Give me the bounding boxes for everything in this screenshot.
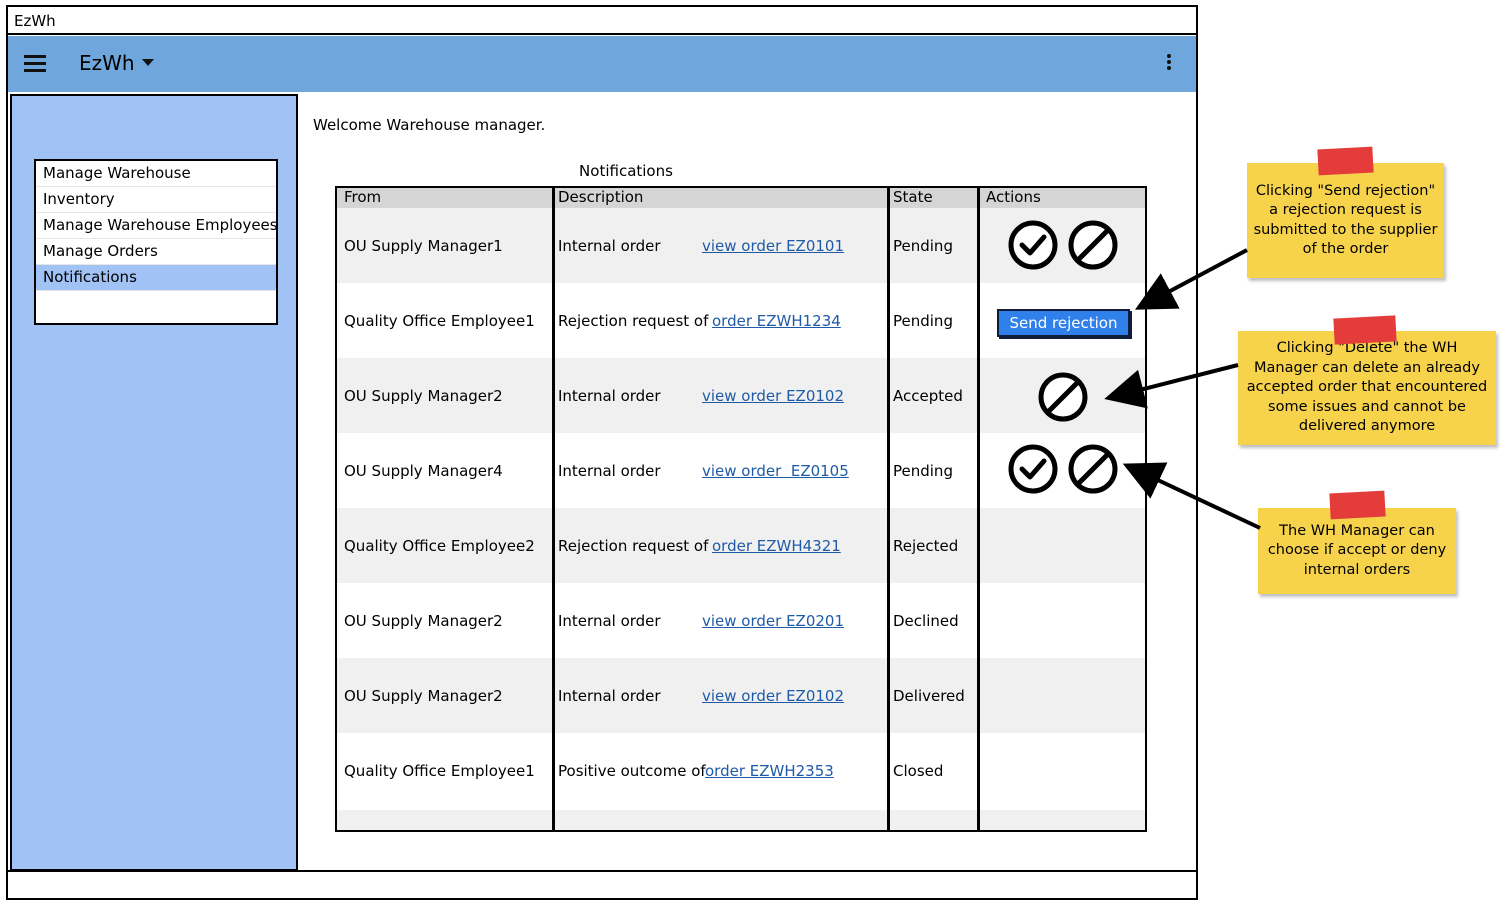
cell-state: Pending [893,236,953,255]
column-header-state: State [893,188,933,206]
window-footer [8,870,1196,898]
order-link[interactable]: view order EZ0102 [702,687,844,705]
sticky-note-accept-deny: The WH Manager can choose if accept or d… [1258,508,1456,594]
note-text: Clicking "Delete" the WH Manager can del… [1246,340,1488,435]
sticky-note-delete: Clicking "Delete" the WH Manager can del… [1238,331,1496,445]
kebab-icon[interactable] [1166,54,1172,74]
table-title: Notifications [579,162,673,180]
cell-from: OU Supply Manager2 [344,386,503,405]
sidebar-item-manage-warehouse[interactable]: Manage Warehouse [36,161,276,187]
cell-description: Positive outcome of [558,761,706,780]
sidebar: Manage Warehouse Inventory Manage Wareho… [10,94,298,871]
cell-description: Internal order [558,686,661,705]
table-footer-strip [337,810,1145,830]
cell-from: Quality Office Employee1 [344,311,535,330]
table-row: Quality Office Employee2 Rejection reque… [337,508,1145,583]
cell-from: OU Supply Manager4 [344,461,503,480]
sticky-note-send-rejection: Clicking "Send rejection" a rejection re… [1247,163,1444,278]
column-header-description: Description [558,188,644,206]
cell-from: OU Supply Manager1 [344,236,503,255]
order-link[interactable]: order EZWH2353 [705,762,834,780]
check-circle-icon[interactable] [1008,444,1058,494]
table-row: OU Supply Manager2 Internal order view o… [337,658,1145,733]
table-row: OU Supply Manager4 Internal order view o… [337,433,1145,508]
sidebar-item-manage-warehouse-employees[interactable]: Manage Warehouse Employees [36,213,278,239]
window-title: EzWh [14,12,56,30]
cell-state: Delivered [893,686,965,705]
sidebar-item-notifications[interactable]: Notifications [36,265,276,291]
deny-circle-icon[interactable] [1068,220,1118,270]
send-rejection-button[interactable]: Send rejection [997,309,1130,337]
cell-state: Declined [893,611,959,630]
cell-description: Rejection request of [558,536,709,555]
order-link[interactable]: view order EZ0101 [702,237,844,255]
note-text: Clicking "Send rejection" a rejection re… [1253,182,1438,258]
table-row: OU Supply Manager2 Internal order view o… [337,358,1145,433]
cell-description: Rejection request of [558,311,709,330]
cell-state: Pending [893,311,953,330]
app-title: EzWh [79,51,135,75]
cell-state: Pending [893,461,953,480]
cell-description: Internal order [558,611,661,630]
check-circle-icon[interactable] [1008,220,1058,270]
app-window: EzWh EzWh Manage Warehouse Inventory Man… [6,5,1198,900]
note-tape [1333,315,1397,345]
sidebar-item-inventory[interactable]: Inventory [36,187,276,213]
cell-description: Internal order [558,236,661,255]
cell-from: OU Supply Manager2 [344,611,503,630]
app-bar: EzWh [8,36,1196,92]
cell-state: Rejected [893,536,959,555]
cell-from: Quality Office Employee2 [344,536,535,555]
note-tape [1329,490,1386,520]
column-header-from: From [344,188,382,206]
sidebar-item-manage-orders[interactable]: Manage Orders [36,239,276,265]
order-link[interactable]: view order EZ0105 [702,462,849,480]
note-tape [1317,146,1374,176]
cell-description: Internal order [558,386,661,405]
caret-down-icon[interactable] [142,59,154,66]
table-header: From Description State Actions [337,188,1145,208]
window-titlebar: EzWh [8,7,1196,35]
sidebar-menu: Manage Warehouse Inventory Manage Wareho… [34,159,278,325]
order-link[interactable]: view order EZ0201 [702,612,844,630]
hamburger-icon[interactable] [24,55,46,73]
cell-from: Quality Office Employee1 [344,761,535,780]
table-row: OU Supply Manager1 Internal order view o… [337,208,1145,283]
cell-from: OU Supply Manager2 [344,686,503,705]
cell-state: Closed [893,761,944,780]
cell-description: Internal order [558,461,661,480]
deny-circle-icon[interactable] [1068,444,1118,494]
order-link[interactable]: view order EZ0102 [702,387,844,405]
order-link[interactable]: order EZWH1234 [712,312,841,330]
cell-state: Accepted [893,386,963,405]
delete-icon[interactable] [1038,372,1088,422]
column-divider [887,188,890,830]
order-link[interactable]: order EZWH4321 [712,537,841,555]
column-divider [977,188,980,830]
column-header-actions: Actions [986,188,1041,206]
column-divider [552,188,555,830]
welcome-text: Welcome Warehouse manager. [313,116,546,134]
notifications-table: From Description State Actions OU Supply… [335,186,1147,832]
note-text: The WH Manager can choose if accept or d… [1267,522,1447,578]
table-row: Quality Office Employee1 Positive outcom… [337,733,1145,808]
table-row: OU Supply Manager2 Internal order view o… [337,583,1145,658]
